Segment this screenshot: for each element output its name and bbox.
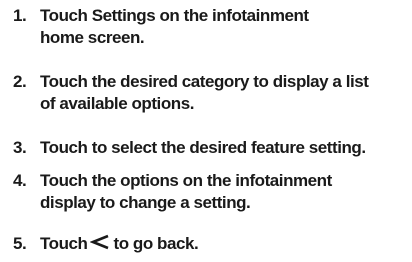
step-text-line: of available options. xyxy=(40,94,194,113)
back-chevron-icon xyxy=(90,234,110,250)
step-text-suffix: to go back. xyxy=(113,234,199,253)
step-text-prefix: Touch xyxy=(40,234,88,253)
step-text: Touch the desired category to display a … xyxy=(40,71,408,115)
step-text: Touch Settings on the infotainment home … xyxy=(40,5,408,49)
step-number: 3. xyxy=(13,138,27,157)
step-text-line: Touch the options on the infotainment xyxy=(40,171,332,190)
step-text: Touch to go back. xyxy=(40,233,408,255)
step-number: 4. xyxy=(13,171,27,190)
step-number: 5. xyxy=(13,234,27,253)
step-text: Touch the options on the infotainment di… xyxy=(40,170,408,214)
step-text-line: Touch to select the desired feature sett… xyxy=(40,138,366,157)
step-text-line: display to change a setting. xyxy=(40,193,251,212)
step-number: 2. xyxy=(13,72,27,91)
step-text-line: Touch Settings on the infotainment xyxy=(40,6,309,25)
step-text: Touch to select the desired feature sett… xyxy=(40,137,408,159)
step-text-line: home screen. xyxy=(40,28,145,47)
step-number: 1. xyxy=(13,6,27,25)
step-text-line: Touch the desired category to display a … xyxy=(40,72,369,91)
